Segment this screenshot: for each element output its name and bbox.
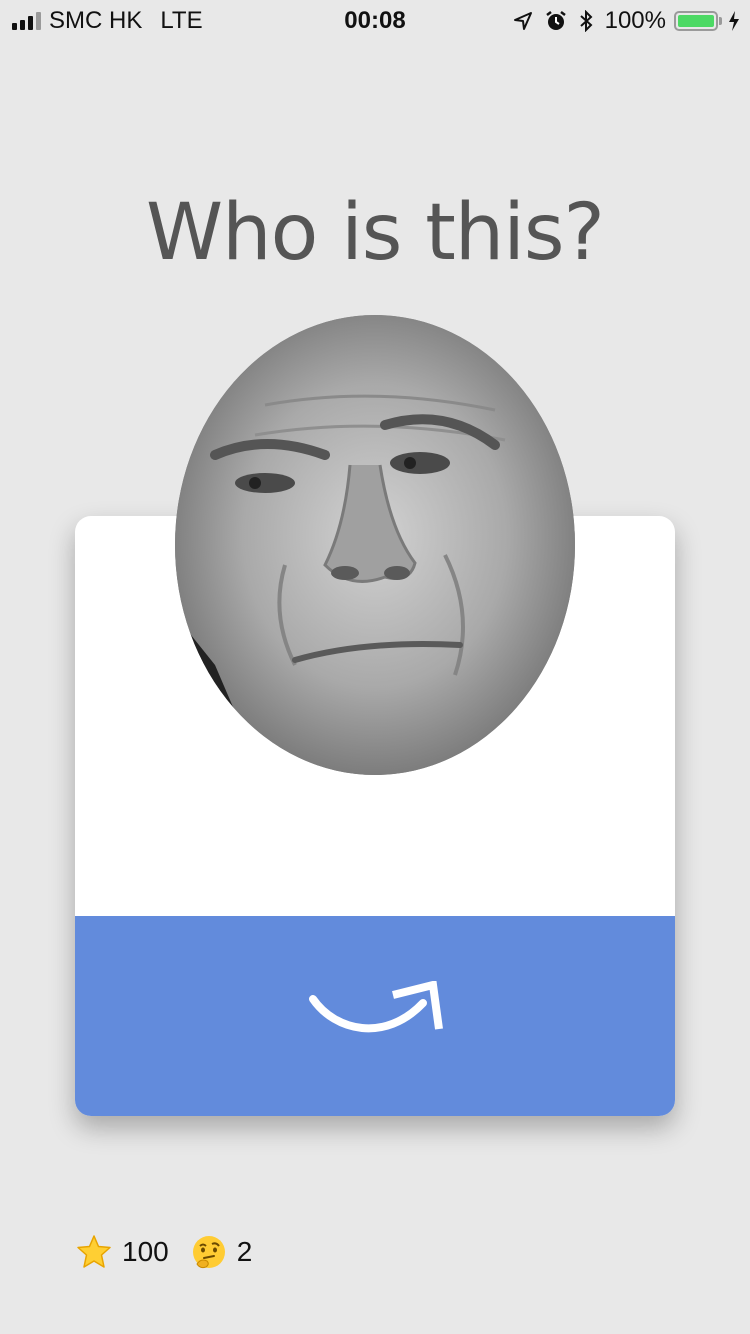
location-icon (513, 11, 533, 31)
battery-percent: 100% (604, 7, 666, 34)
status-right: 100% (513, 7, 740, 35)
score-stats: 100 2 (76, 1234, 252, 1270)
thinking-stat: 2 (191, 1234, 253, 1270)
star-icon (76, 1234, 112, 1270)
question-title: Who is this? (146, 188, 605, 278)
curved-arrow-icon (309, 981, 443, 1033)
battery-cap (719, 17, 722, 25)
status-bar: SMC HK LTE 00:08 100% (0, 0, 750, 40)
charging-icon (728, 11, 740, 31)
battery-icon (674, 11, 718, 31)
alarm-icon (545, 10, 567, 32)
next-button[interactable] (75, 916, 675, 1116)
face-photo (175, 315, 575, 775)
bluetooth-icon (579, 10, 593, 32)
battery-fill (678, 15, 714, 27)
thinking-count: 2 (236, 1236, 253, 1267)
stars-count: 100 (122, 1236, 169, 1267)
stars-stat: 100 (76, 1234, 169, 1270)
thinking-face-icon (191, 1234, 227, 1270)
